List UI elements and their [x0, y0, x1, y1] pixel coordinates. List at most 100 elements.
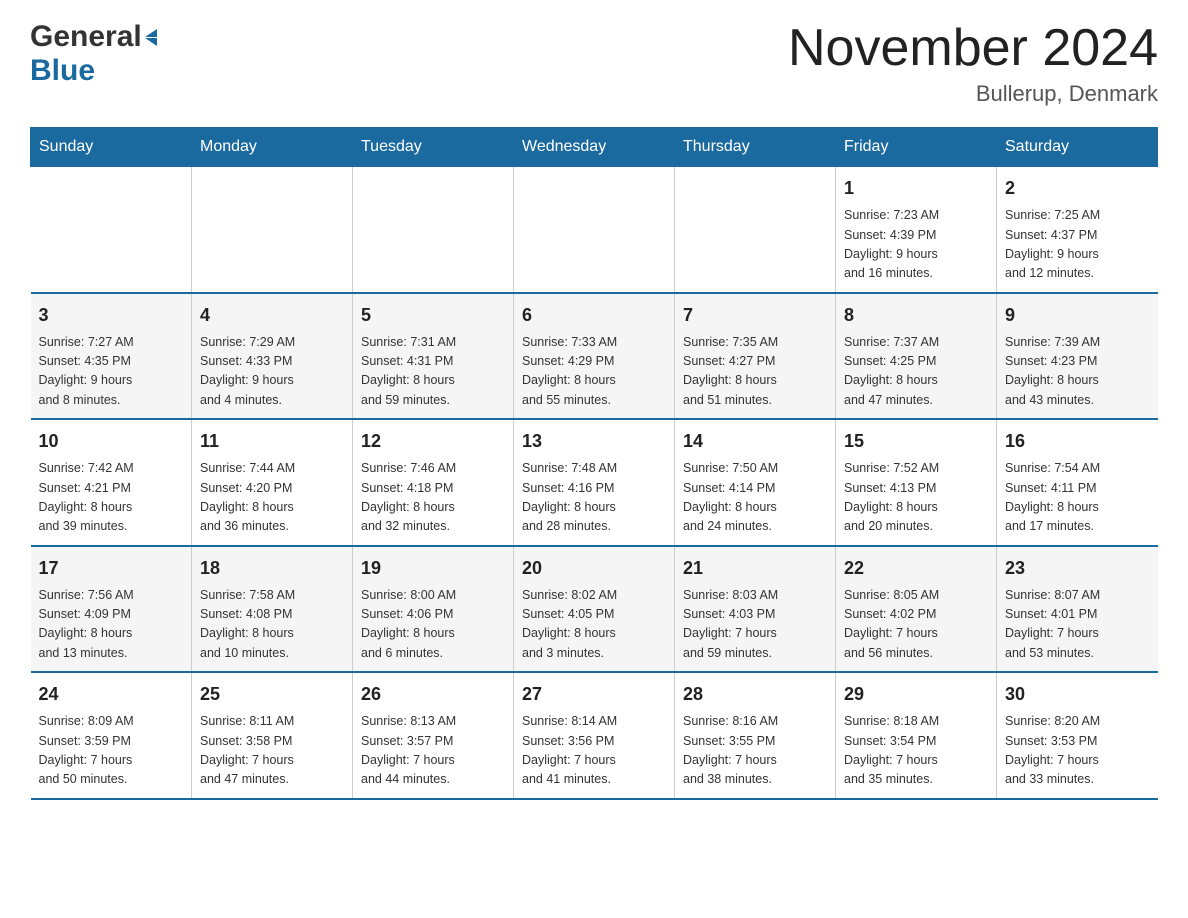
day-info: Sunrise: 8:20 AM Sunset: 3:53 PM Dayligh… [1005, 712, 1150, 790]
header-saturday: Saturday [997, 128, 1158, 167]
day-info: Sunrise: 8:11 AM Sunset: 3:58 PM Dayligh… [200, 712, 344, 790]
calendar-day-cell [675, 167, 836, 293]
day-info: Sunrise: 7:58 AM Sunset: 4:08 PM Dayligh… [200, 586, 344, 664]
calendar-day-cell: 7 Sunrise: 7:35 AM Sunset: 4:27 PM Daylig… [675, 293, 836, 420]
calendar-table: SundayMondayTuesdayWednesdayThursdayFrid… [30, 127, 1158, 800]
calendar-day-cell: 22Sunrise: 8:05 AM Sunset: 4:02 PM Dayli… [836, 546, 997, 673]
calendar-body: 1 Sunrise: 7:23 AM Sunset: 4:39 PM Daylig… [31, 167, 1158, 799]
day-number: 13 [522, 428, 666, 455]
day-number: 19 [361, 555, 505, 582]
day-number: 9 [1005, 302, 1150, 329]
day-info: Sunrise: 7:37 AM Sunset: 4:25 PM Dayligh… [844, 333, 988, 411]
day-number: 20 [522, 555, 666, 582]
day-info: Sunrise: 7:50 AM Sunset: 4:14 PM Dayligh… [683, 459, 827, 537]
calendar-day-cell [31, 167, 192, 293]
day-info: Sunrise: 7:54 AM Sunset: 4:11 PM Dayligh… [1005, 459, 1150, 537]
title-block: November 2024 Bullerup, Denmark [788, 20, 1158, 107]
calendar-day-cell: 17Sunrise: 7:56 AM Sunset: 4:09 PM Dayli… [31, 546, 192, 673]
day-info: Sunrise: 7:35 AM Sunset: 4:27 PM Dayligh… [683, 333, 827, 411]
day-number: 23 [1005, 555, 1150, 582]
calendar-week-row: 1 Sunrise: 7:23 AM Sunset: 4:39 PM Daylig… [31, 167, 1158, 293]
calendar-header: SundayMondayTuesdayWednesdayThursdayFrid… [31, 128, 1158, 167]
day-number: 15 [844, 428, 988, 455]
calendar-day-cell [514, 167, 675, 293]
calendar-week-row: 17Sunrise: 7:56 AM Sunset: 4:09 PM Dayli… [31, 546, 1158, 673]
calendar-day-cell: 5Sunrise: 7:31 AM Sunset: 4:31 PM Daylig… [353, 293, 514, 420]
calendar-day-cell: 26 Sunrise: 8:13 AM Sunset: 3:57 PM Dayli… [353, 672, 514, 799]
calendar-day-cell: 14Sunrise: 7:50 AM Sunset: 4:14 PM Dayli… [675, 419, 836, 546]
calendar-day-cell: 9 Sunrise: 7:39 AM Sunset: 4:23 PM Daylig… [997, 293, 1158, 420]
calendar-day-cell: 11Sunrise: 7:44 AM Sunset: 4:20 PM Dayli… [192, 419, 353, 546]
day-info: Sunrise: 7:44 AM Sunset: 4:20 PM Dayligh… [200, 459, 344, 537]
day-number: 12 [361, 428, 505, 455]
day-info: Sunrise: 7:33 AM Sunset: 4:29 PM Dayligh… [522, 333, 666, 411]
day-info: Sunrise: 8:14 AM Sunset: 3:56 PM Dayligh… [522, 712, 666, 790]
day-info: Sunrise: 7:42 AM Sunset: 4:21 PM Dayligh… [39, 459, 184, 537]
day-info: Sunrise: 8:09 AM Sunset: 3:59 PM Dayligh… [39, 712, 184, 790]
calendar-week-row: 10 Sunrise: 7:42 AM Sunset: 4:21 PM Dayli… [31, 419, 1158, 546]
calendar-day-cell [192, 167, 353, 293]
day-info: Sunrise: 7:48 AM Sunset: 4:16 PM Dayligh… [522, 459, 666, 537]
day-info: Sunrise: 7:23 AM Sunset: 4:39 PM Dayligh… [844, 206, 988, 284]
day-info: Sunrise: 7:27 AM Sunset: 4:35 PM Dayligh… [39, 333, 184, 411]
day-number: 1 [844, 175, 988, 202]
day-number: 3 [39, 302, 184, 329]
day-number: 10 [39, 428, 184, 455]
calendar-day-cell: 2Sunrise: 7:25 AM Sunset: 4:37 PM Daylig… [997, 167, 1158, 293]
day-number: 2 [1005, 175, 1150, 202]
logo: General Blue [30, 20, 158, 88]
day-number: 18 [200, 555, 344, 582]
header-thursday: Thursday [675, 128, 836, 167]
day-number: 8 [844, 302, 988, 329]
day-number: 7 [683, 302, 827, 329]
day-info: Sunrise: 8:05 AM Sunset: 4:02 PM Dayligh… [844, 586, 988, 664]
day-info: Sunrise: 8:16 AM Sunset: 3:55 PM Dayligh… [683, 712, 827, 790]
calendar-day-cell: 20 Sunrise: 8:02 AM Sunset: 4:05 PM Dayli… [514, 546, 675, 673]
day-info: Sunrise: 8:00 AM Sunset: 4:06 PM Dayligh… [361, 586, 505, 664]
day-info: Sunrise: 7:29 AM Sunset: 4:33 PM Dayligh… [200, 333, 344, 411]
calendar-day-cell: 27Sunrise: 8:14 AM Sunset: 3:56 PM Dayli… [514, 672, 675, 799]
day-info: Sunrise: 8:02 AM Sunset: 4:05 PM Dayligh… [522, 586, 666, 664]
day-info: Sunrise: 7:39 AM Sunset: 4:23 PM Dayligh… [1005, 333, 1150, 411]
calendar-day-cell: 6 Sunrise: 7:33 AM Sunset: 4:29 PM Daylig… [514, 293, 675, 420]
calendar-day-cell: 12 Sunrise: 7:46 AM Sunset: 4:18 PM Dayli… [353, 419, 514, 546]
calendar-day-cell: 23 Sunrise: 8:07 AM Sunset: 4:01 PM Dayli… [997, 546, 1158, 673]
day-number: 6 [522, 302, 666, 329]
calendar-day-cell: 24Sunrise: 8:09 AM Sunset: 3:59 PM Dayli… [31, 672, 192, 799]
calendar-day-cell: 4 Sunrise: 7:29 AM Sunset: 4:33 PM Daylig… [192, 293, 353, 420]
calendar-day-cell: 18 Sunrise: 7:58 AM Sunset: 4:08 PM Dayli… [192, 546, 353, 673]
calendar-day-cell: 28 Sunrise: 8:16 AM Sunset: 3:55 PM Dayli… [675, 672, 836, 799]
day-info: Sunrise: 7:46 AM Sunset: 4:18 PM Dayligh… [361, 459, 505, 537]
day-number: 30 [1005, 681, 1150, 708]
day-info: Sunrise: 7:52 AM Sunset: 4:13 PM Dayligh… [844, 459, 988, 537]
month-title: November 2024 [788, 20, 1158, 77]
calendar-day-cell: 30 Sunrise: 8:20 AM Sunset: 3:53 PM Dayli… [997, 672, 1158, 799]
calendar-week-row: 24Sunrise: 8:09 AM Sunset: 3:59 PM Dayli… [31, 672, 1158, 799]
calendar-day-cell: 13 Sunrise: 7:48 AM Sunset: 4:16 PM Dayli… [514, 419, 675, 546]
calendar-day-cell: 1 Sunrise: 7:23 AM Sunset: 4:39 PM Daylig… [836, 167, 997, 293]
calendar-day-cell: 21Sunrise: 8:03 AM Sunset: 4:03 PM Dayli… [675, 546, 836, 673]
day-number: 29 [844, 681, 988, 708]
day-number: 17 [39, 555, 184, 582]
day-number: 26 [361, 681, 505, 708]
logo-flag-icon [145, 29, 157, 46]
day-info: Sunrise: 8:07 AM Sunset: 4:01 PM Dayligh… [1005, 586, 1150, 664]
calendar-day-cell: 25Sunrise: 8:11 AM Sunset: 3:58 PM Dayli… [192, 672, 353, 799]
header-friday: Friday [836, 128, 997, 167]
day-number: 28 [683, 681, 827, 708]
calendar-day-cell: 10 Sunrise: 7:42 AM Sunset: 4:21 PM Dayli… [31, 419, 192, 546]
day-info: Sunrise: 8:18 AM Sunset: 3:54 PM Dayligh… [844, 712, 988, 790]
page-header: General Blue November 2024 Bullerup, Den… [30, 20, 1158, 107]
weekday-header-row: SundayMondayTuesdayWednesdayThursdayFrid… [31, 128, 1158, 167]
header-tuesday: Tuesday [353, 128, 514, 167]
header-monday: Monday [192, 128, 353, 167]
day-number: 4 [200, 302, 344, 329]
logo-blue-text: Blue [30, 54, 95, 88]
day-info: Sunrise: 8:13 AM Sunset: 3:57 PM Dayligh… [361, 712, 505, 790]
location-subtitle: Bullerup, Denmark [788, 81, 1158, 107]
day-info: Sunrise: 7:31 AM Sunset: 4:31 PM Dayligh… [361, 333, 505, 411]
calendar-day-cell: 8 Sunrise: 7:37 AM Sunset: 4:25 PM Daylig… [836, 293, 997, 420]
calendar-day-cell: 15 Sunrise: 7:52 AM Sunset: 4:13 PM Dayli… [836, 419, 997, 546]
calendar-day-cell [353, 167, 514, 293]
day-number: 16 [1005, 428, 1150, 455]
